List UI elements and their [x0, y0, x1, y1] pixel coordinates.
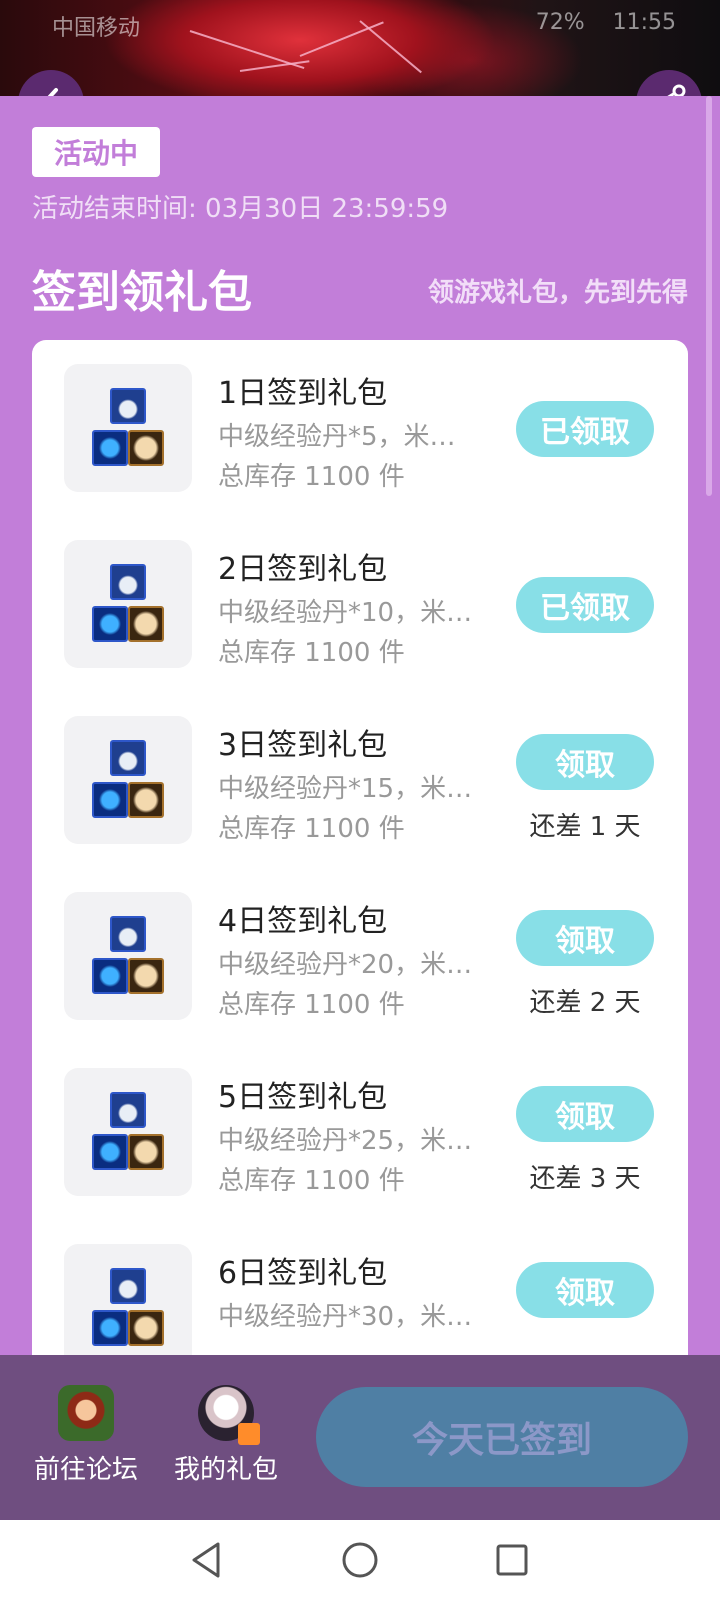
section-title: 签到领礼包	[32, 267, 252, 318]
silver-ingot-icon	[110, 1092, 146, 1128]
triangle-back-icon	[192, 1542, 220, 1578]
pack-thumbnail	[64, 1244, 192, 1355]
pack-item: 5日签到礼包 中级经验丹*25，米… 总库存 1100 件 领取 还差 3 天	[32, 1068, 688, 1248]
pack-description: 中级经验丹*20，米…	[218, 950, 473, 980]
rice-bun-icon	[128, 782, 164, 818]
pack-thumbnail	[64, 1068, 192, 1196]
rice-bun-icon	[128, 430, 164, 466]
pack-description: 中级经验丹*10，米…	[218, 598, 473, 628]
silver-ingot-icon	[110, 916, 146, 952]
days-remaining: 还差 2 天	[529, 988, 641, 1018]
rice-bun-icon	[128, 606, 164, 642]
days-remaining: 还差 3 天	[529, 1164, 641, 1194]
pack-stock: 总库存 1100 件	[218, 638, 405, 668]
my-gifts-label: 我的礼包	[173, 1455, 278, 1485]
nav-recents-button[interactable]	[488, 1536, 536, 1584]
system-navigation-bar	[0, 1520, 720, 1600]
claimed-button[interactable]: 已领取	[516, 577, 654, 633]
pack-thumbnail	[64, 364, 192, 492]
carrier-label: 中国移动	[52, 16, 141, 41]
pack-description: 中级经验丹*5，米…	[218, 422, 456, 452]
rice-bun-icon	[128, 958, 164, 994]
forum-link[interactable]: 前往论坛	[26, 1385, 146, 1486]
pack-stock: 总库存 1100 件	[218, 814, 405, 844]
silver-ingot-icon	[110, 388, 146, 424]
status-right: 72% 11:55	[536, 10, 676, 35]
pack-item: 1日签到礼包 中级经验丹*5，米… 总库存 1100 件 已领取	[32, 364, 688, 544]
signed-in-today-button[interactable]: 今天已签到	[316, 1387, 688, 1487]
battery-level: 72%	[535, 10, 585, 35]
pack-item: 3日签到礼包 中级经验丹*15，米… 总库存 1100 件 领取 还差 1 天	[32, 716, 688, 896]
pack-list: 1日签到礼包 中级经验丹*5，米… 总库存 1100 件 已领取 2日签到礼包 …	[32, 340, 688, 1355]
pack-item: 4日签到礼包 中级经验丹*20，米… 总库存 1100 件 领取 还差 2 天	[32, 892, 688, 1072]
activity-status-tag: 活动中	[32, 127, 160, 177]
nav-home-button[interactable]	[336, 1536, 384, 1584]
forum-label: 前往论坛	[33, 1455, 138, 1485]
pack-description: 中级经验丹*25，米…	[218, 1126, 473, 1156]
blue-orb-icon	[92, 1310, 128, 1346]
claim-button[interactable]: 领取	[516, 910, 654, 966]
pack-description: 中级经验丹*15，米…	[218, 774, 473, 804]
silver-ingot-icon	[110, 564, 146, 600]
blue-orb-icon	[92, 430, 128, 466]
pack-description: 中级经验丹*30，米…	[218, 1302, 473, 1332]
silver-ingot-icon	[110, 1268, 146, 1304]
pack-item: 2日签到礼包 中级经验丹*10，米… 总库存 1100 件 已领取	[32, 540, 688, 720]
status-bar: 中国移动 72% 11:55	[0, 6, 720, 42]
pack-thumbnail	[64, 716, 192, 844]
pack-item: 6日签到礼包 中级经验丹*30，米… 领取	[32, 1244, 688, 1355]
rice-bun-icon	[128, 1134, 164, 1170]
pack-thumbnail	[64, 892, 192, 1020]
pack-stock: 总库存 1100 件	[218, 990, 405, 1020]
forum-game-icon	[58, 1385, 114, 1441]
claimed-button[interactable]: 已领取	[516, 401, 654, 457]
pack-name: 2日签到礼包	[218, 552, 388, 587]
section-subtitle: 领游戏礼包，先到先得	[427, 278, 688, 308]
blue-orb-icon	[92, 606, 128, 642]
nav-back-button[interactable]	[182, 1536, 230, 1584]
claim-button[interactable]: 领取	[516, 734, 654, 790]
my-gifts-link[interactable]: 我的礼包	[166, 1385, 286, 1486]
blue-orb-icon	[92, 1134, 128, 1170]
silver-ingot-icon	[110, 740, 146, 776]
circle-home-icon	[342, 1542, 378, 1578]
pack-name: 1日签到礼包	[218, 376, 388, 411]
pack-stock: 总库存 1100 件	[218, 1166, 405, 1196]
clock: 11:55	[612, 10, 676, 35]
days-remaining: 还差 1 天	[529, 812, 641, 842]
pack-name: 3日签到礼包	[218, 728, 388, 763]
pack-name: 5日签到礼包	[218, 1080, 388, 1115]
claim-button[interactable]: 领取	[516, 1086, 654, 1142]
activity-end-time: 活动结束时间: 03月30日 23:59:59	[32, 194, 449, 224]
user-avatar-icon	[198, 1385, 260, 1445]
rice-bun-icon	[128, 1310, 164, 1346]
pack-name: 6日签到礼包	[218, 1256, 388, 1291]
claim-button[interactable]: 领取	[516, 1262, 654, 1318]
pack-name: 4日签到礼包	[218, 904, 388, 939]
pack-thumbnail	[64, 540, 192, 668]
blue-orb-icon	[92, 782, 128, 818]
gift-box-icon	[238, 1423, 260, 1445]
blue-orb-icon	[92, 958, 128, 994]
pack-stock: 总库存 1100 件	[218, 462, 405, 492]
square-recents-icon	[496, 1544, 528, 1576]
bottom-action-bar: 前往论坛 我的礼包 今天已签到	[0, 1355, 720, 1520]
scrollbar[interactable]	[706, 96, 712, 496]
activity-content[interactable]: 活动中 活动结束时间: 03月30日 23:59:59 签到领礼包 领游戏礼包，…	[0, 96, 720, 1355]
